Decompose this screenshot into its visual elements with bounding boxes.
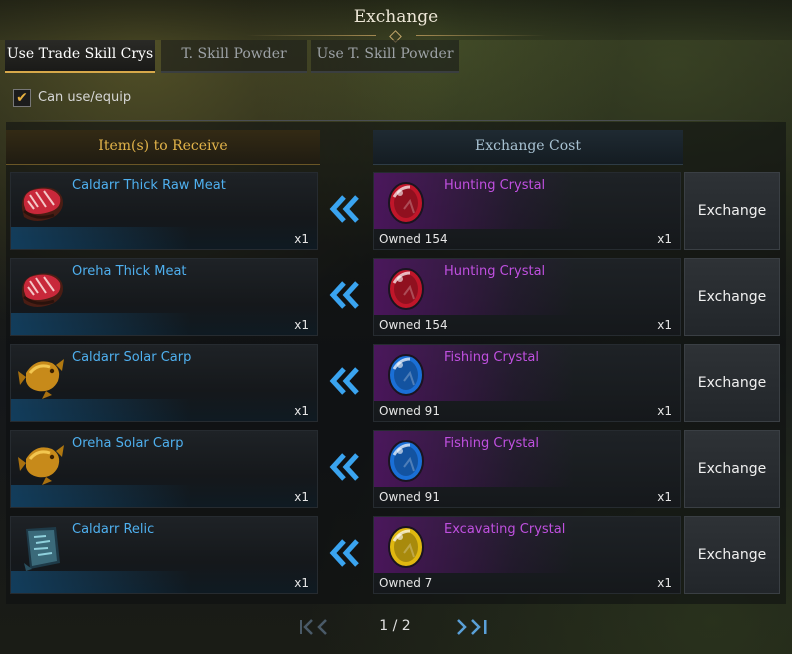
exchange-button[interactable]: Exchange xyxy=(684,258,780,336)
receive-item-name: Caldarr Solar Carp xyxy=(72,350,192,365)
exchange-row: Oreha Thick Meat x1 Hunting Crystal Owned 1… xyxy=(0,258,792,338)
exchange-button[interactable]: Exchange xyxy=(684,172,780,250)
exchange-button[interactable]: Exchange xyxy=(684,344,780,422)
cost-item-slot[interactable]: Fishing Crystal Owned 91 x1 xyxy=(373,344,681,422)
cost-item-slot[interactable]: Excavating Crystal Owned 7 x1 xyxy=(373,516,681,594)
double-chevron-left-icon xyxy=(328,452,362,482)
owned-count: Owned 154 xyxy=(379,232,448,246)
receive-item-quantity: x1 xyxy=(294,576,309,590)
check-mark-icon: ✔ xyxy=(16,90,28,106)
page-indicator: 1 / 2 xyxy=(379,618,411,634)
cost-item-name: Fishing Crystal xyxy=(444,350,539,365)
receive-item-quantity: x1 xyxy=(294,232,309,246)
cost-item-name: Hunting Crystal xyxy=(444,178,546,193)
owned-count: Owned 91 xyxy=(379,490,440,504)
items-to-receive-header: Item(s) to Receive xyxy=(6,130,320,165)
exchange-button[interactable]: Exchange xyxy=(684,430,780,508)
receive-item-slot[interactable]: Oreha Thick Meat x1 xyxy=(10,258,318,336)
receive-item-quantity: x1 xyxy=(294,490,309,504)
receive-item-name: Oreha Solar Carp xyxy=(72,436,184,451)
next-last-page-icon[interactable] xyxy=(454,618,490,636)
double-chevron-left-icon xyxy=(328,194,362,224)
cost-item-quantity: x1 xyxy=(657,232,672,246)
red-crystal-icon xyxy=(386,179,426,225)
raw-meat-icon xyxy=(16,179,68,229)
exchange-row: Oreha Solar Carp x1 Fishing Crystal Owned 9… xyxy=(0,430,792,510)
tab-use-trade-skill-crys[interactable]: Use Trade Skill Crys xyxy=(5,40,155,73)
receive-item-name: Oreha Thick Meat xyxy=(72,264,187,279)
exchange-row: Caldarr Solar Carp x1 Fishing Crystal Owned… xyxy=(0,344,792,424)
can-use-equip-checkbox[interactable]: ✔ xyxy=(13,89,31,107)
can-use-equip-label: Can use/equip xyxy=(38,90,132,105)
owned-count: Owned 154 xyxy=(379,318,448,332)
tab-t-skill-powder[interactable]: T. Skill Powder xyxy=(161,40,307,73)
golden-carp-icon xyxy=(16,351,68,401)
exchange-row: Caldarr Relic x1 Excavating Crystal Owned 7… xyxy=(0,516,792,596)
raw-meat-icon xyxy=(16,265,68,315)
pagination: 1 / 2 xyxy=(0,612,792,642)
cost-item-name: Excavating Crystal xyxy=(444,522,566,537)
window-title: Exchange xyxy=(353,7,439,27)
exchange-row: Caldarr Thick Raw Meat x1 Hunting Crystal O… xyxy=(0,172,792,252)
yellow-crystal-icon xyxy=(386,523,426,569)
receive-item-quantity: x1 xyxy=(294,404,309,418)
cost-item-quantity: x1 xyxy=(657,576,672,590)
receive-item-slot[interactable]: Caldarr Solar Carp x1 xyxy=(10,344,318,422)
blue-crystal-icon xyxy=(386,351,426,397)
relic-tablet-icon xyxy=(16,523,68,573)
owned-count: Owned 7 xyxy=(379,576,433,590)
cost-item-name: Fishing Crystal xyxy=(444,436,539,451)
cost-item-quantity: x1 xyxy=(657,318,672,332)
cost-item-slot[interactable]: Hunting Crystal Owned 154 x1 xyxy=(373,258,681,336)
cost-item-quantity: x1 xyxy=(657,404,672,418)
receive-item-name: Caldarr Relic xyxy=(72,522,155,537)
double-chevron-left-icon xyxy=(328,280,362,310)
cost-item-slot[interactable]: Fishing Crystal Owned 91 x1 xyxy=(373,430,681,508)
cost-item-name: Hunting Crystal xyxy=(444,264,546,279)
exchange-cost-header: Exchange Cost xyxy=(373,130,683,165)
cost-item-slot[interactable]: Hunting Crystal Owned 154 x1 xyxy=(373,172,681,250)
cost-item-quantity: x1 xyxy=(657,490,672,504)
first-previous-page-icon[interactable] xyxy=(298,618,334,636)
red-crystal-icon xyxy=(386,265,426,311)
owned-count: Owned 91 xyxy=(379,404,440,418)
golden-carp-icon xyxy=(16,437,68,487)
receive-item-slot[interactable]: Oreha Solar Carp x1 xyxy=(10,430,318,508)
double-chevron-left-icon xyxy=(328,366,362,396)
title-ornament xyxy=(246,30,546,43)
exchange-button[interactable]: Exchange xyxy=(684,516,780,594)
blue-crystal-icon xyxy=(386,437,426,483)
receive-item-slot[interactable]: Caldarr Thick Raw Meat x1 xyxy=(10,172,318,250)
divider xyxy=(8,120,784,121)
double-chevron-left-icon xyxy=(328,538,362,568)
receive-item-quantity: x1 xyxy=(294,318,309,332)
receive-item-name: Caldarr Thick Raw Meat xyxy=(72,178,226,193)
receive-item-slot[interactable]: Caldarr Relic x1 xyxy=(10,516,318,594)
tab-use-t-skill-powder[interactable]: Use T. Skill Powder xyxy=(311,40,459,73)
